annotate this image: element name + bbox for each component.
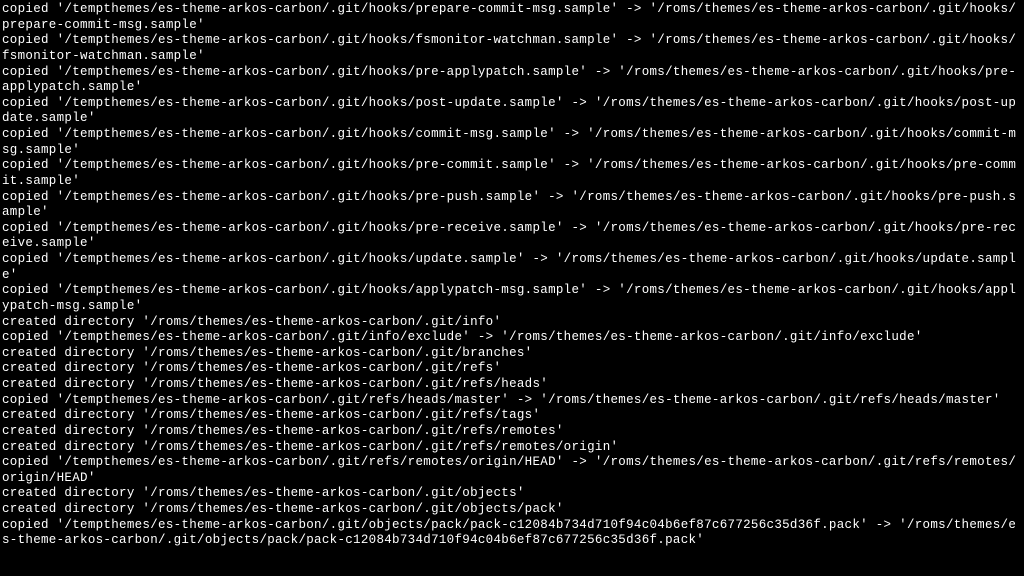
terminal-line: created directory '/roms/themes/es-theme… bbox=[2, 315, 1022, 331]
terminal-line: created directory '/roms/themes/es-theme… bbox=[2, 408, 1022, 424]
terminal-line: created directory '/roms/themes/es-theme… bbox=[2, 377, 1022, 393]
terminal-line: created directory '/roms/themes/es-theme… bbox=[2, 502, 1022, 518]
terminal-line: copied '/tempthemes/es-theme-arkos-carbo… bbox=[2, 127, 1022, 158]
terminal-line: copied '/tempthemes/es-theme-arkos-carbo… bbox=[2, 330, 1022, 346]
terminal-line: copied '/tempthemes/es-theme-arkos-carbo… bbox=[2, 158, 1022, 189]
terminal-line: copied '/tempthemes/es-theme-arkos-carbo… bbox=[2, 283, 1022, 314]
terminal-line: created directory '/roms/themes/es-theme… bbox=[2, 486, 1022, 502]
terminal-line: copied '/tempthemes/es-theme-arkos-carbo… bbox=[2, 393, 1022, 409]
terminal-line: copied '/tempthemes/es-theme-arkos-carbo… bbox=[2, 252, 1022, 283]
terminal-line: copied '/tempthemes/es-theme-arkos-carbo… bbox=[2, 190, 1022, 221]
terminal-line: created directory '/roms/themes/es-theme… bbox=[2, 440, 1022, 456]
terminal-line: copied '/tempthemes/es-theme-arkos-carbo… bbox=[2, 221, 1022, 252]
terminal-line: created directory '/roms/themes/es-theme… bbox=[2, 361, 1022, 377]
terminal-line: copied '/tempthemes/es-theme-arkos-carbo… bbox=[2, 2, 1022, 33]
terminal-line: created directory '/roms/themes/es-theme… bbox=[2, 346, 1022, 362]
terminal-line: created directory '/roms/themes/es-theme… bbox=[2, 424, 1022, 440]
terminal-line: copied '/tempthemes/es-theme-arkos-carbo… bbox=[2, 518, 1022, 549]
terminal-line: copied '/tempthemes/es-theme-arkos-carbo… bbox=[2, 455, 1022, 486]
terminal-output: copied '/tempthemes/es-theme-arkos-carbo… bbox=[2, 2, 1022, 549]
terminal-line: copied '/tempthemes/es-theme-arkos-carbo… bbox=[2, 96, 1022, 127]
terminal-line: copied '/tempthemes/es-theme-arkos-carbo… bbox=[2, 65, 1022, 96]
terminal-line: copied '/tempthemes/es-theme-arkos-carbo… bbox=[2, 33, 1022, 64]
